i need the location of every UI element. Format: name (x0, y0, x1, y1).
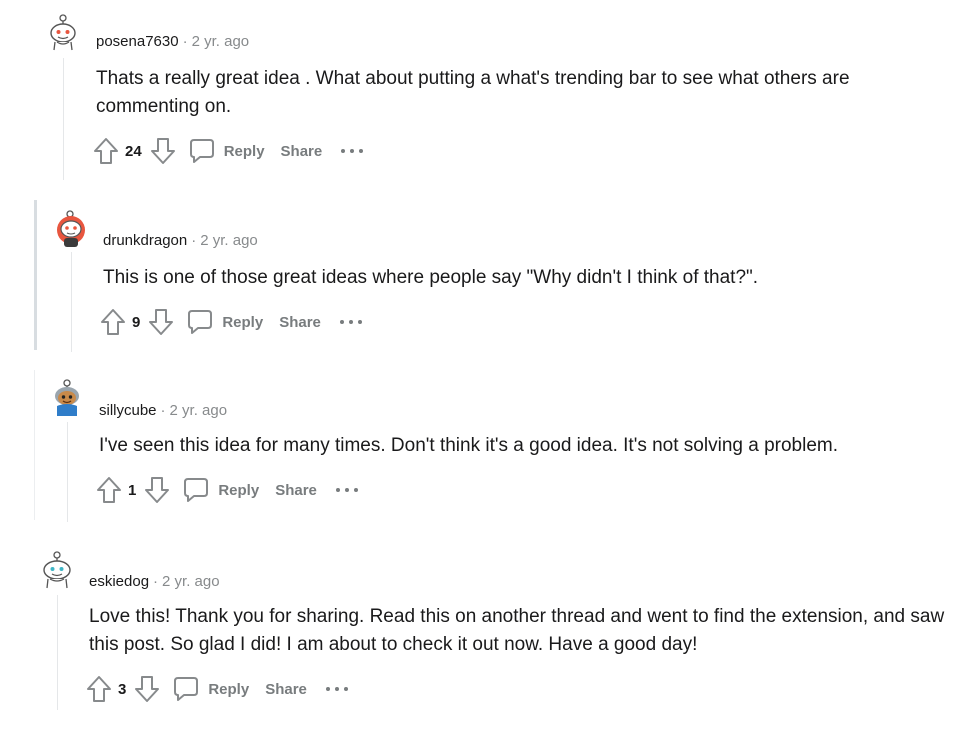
timestamp[interactable]: 2 yr. ago (170, 402, 228, 419)
timestamp[interactable]: 2 yr. ago (200, 232, 258, 249)
reply-icon (188, 310, 213, 334)
snoo-avatar-icon (50, 14, 76, 51)
avatar[interactable] (43, 12, 83, 52)
comment-body: Love this! Thank you for sharing. Read t… (89, 606, 945, 655)
vote-count: 3 (118, 680, 127, 698)
timestamp[interactable]: 2 yr. ago (162, 573, 220, 590)
thread-line[interactable] (71, 252, 72, 352)
comment-body: I've seen this idea for many times. Don'… (99, 435, 838, 456)
avatar[interactable] (37, 550, 77, 590)
author-name[interactable]: sillycube (99, 402, 157, 419)
comment-meta: sillycube · 2 yr. ago (99, 402, 227, 419)
snoo-avatar-icon (57, 210, 85, 247)
comment: posena7630 · 2 yr. ago Thats a really grea… (0, 0, 964, 185)
comment-body: This is one of those great ideas where p… (103, 267, 759, 288)
reply-button[interactable]: Reply (172, 675, 249, 703)
avatar[interactable] (51, 208, 91, 248)
thread-line[interactable] (63, 58, 64, 180)
reply-icon (184, 478, 209, 502)
comment-meta: drunkdragon · 2 yr. ago (103, 232, 258, 249)
share-button[interactable]: Share (279, 314, 321, 331)
meta-separator: · (160, 402, 166, 419)
comment-actions: 9 Reply Share (100, 305, 363, 339)
comment-body: Thats a really great idea . What about p… (96, 68, 850, 117)
ellipsis-icon (335, 488, 358, 492)
upvote-icon[interactable] (100, 308, 126, 336)
downvote-icon[interactable] (148, 308, 174, 336)
more-options-button[interactable] (335, 486, 359, 494)
share-button[interactable]: Share (265, 681, 307, 698)
downvote-icon[interactable] (150, 137, 176, 165)
comment-actions: 3 Reply Share (86, 672, 349, 706)
comment-meta: eskiedog · 2 yr. ago (89, 573, 220, 590)
reply-label: Reply (222, 313, 264, 331)
thread-line[interactable] (57, 595, 58, 710)
snoo-avatar-icon (55, 379, 79, 416)
ellipsis-icon (341, 149, 364, 153)
author-name[interactable]: eskiedog (89, 573, 149, 590)
vote-count: 9 (132, 313, 141, 331)
comment-meta: posena7630 · 2 yr. ago (96, 33, 249, 50)
comment: drunkdragon · 2 yr. ago This is one of tho… (0, 200, 964, 360)
reply-icon (174, 677, 199, 701)
downvote-icon[interactable] (144, 476, 170, 504)
upvote-icon[interactable] (93, 137, 119, 165)
ellipsis-icon (339, 320, 362, 324)
author-name[interactable]: posena7630 (96, 33, 179, 50)
reply-icon (189, 139, 214, 163)
reply-button[interactable]: Reply (186, 308, 263, 336)
timestamp[interactable]: 2 yr. ago (192, 33, 250, 50)
reply-label: Reply (223, 142, 265, 160)
share-button[interactable]: Share (275, 482, 317, 499)
vote-count: 1 (128, 481, 137, 499)
reply-label: Reply (208, 680, 250, 698)
comment-actions: 1 Reply Share (96, 473, 359, 507)
downvote-icon[interactable] (134, 675, 160, 703)
vote-count: 24 (125, 142, 142, 160)
meta-separator: · (153, 573, 159, 590)
more-options-button[interactable] (339, 318, 363, 326)
upvote-icon[interactable] (86, 675, 112, 703)
more-options-button[interactable] (340, 147, 364, 155)
more-options-button[interactable] (325, 685, 349, 693)
comment-actions: 24 Reply Share (93, 134, 364, 168)
comment: eskiedog · 2 yr. ago Love this! Thank you … (0, 540, 964, 729)
reply-label: Reply (218, 481, 260, 499)
snoo-avatar-icon (43, 551, 71, 589)
upvote-icon[interactable] (96, 476, 122, 504)
thread-line[interactable] (67, 422, 68, 522)
reply-button[interactable]: Reply (188, 137, 265, 165)
comment: sillycube · 2 yr. ago I've seen this idea … (0, 370, 964, 530)
meta-separator: · (182, 33, 188, 50)
ellipsis-icon (325, 687, 348, 691)
reply-button[interactable]: Reply (182, 476, 259, 504)
share-button[interactable]: Share (281, 143, 323, 160)
meta-separator: · (191, 232, 197, 249)
avatar[interactable] (47, 378, 87, 418)
author-name[interactable]: drunkdragon (103, 232, 187, 249)
